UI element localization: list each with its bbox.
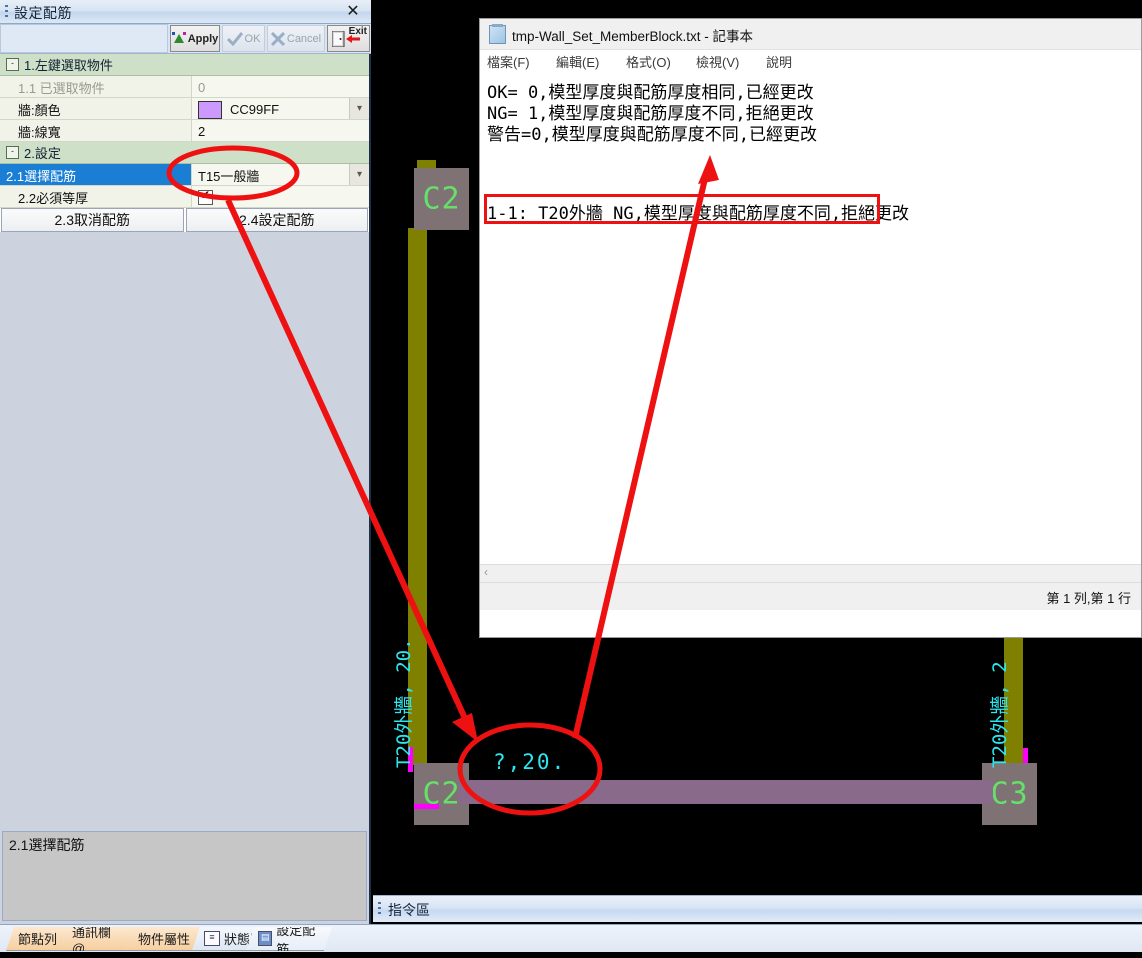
ok-label: OK xyxy=(244,32,261,45)
color-swatch xyxy=(198,100,222,119)
property-name: 牆:線寬 xyxy=(0,120,192,141)
dock-titlebar[interactable]: 設定配筋 ✕ xyxy=(0,0,371,24)
menu-item-format[interactable]: 格式(O) xyxy=(626,52,671,71)
menu-item-edit[interactable]: 編輯(E) xyxy=(556,52,599,71)
property-row-equal-thickness[interactable]: 2.2必須等厚 xyxy=(0,186,369,208)
grid-icon: ▤ xyxy=(258,931,272,946)
dimension-text-right: T20外牆, 2 xyxy=(989,661,1011,768)
column-label: C2 xyxy=(422,181,461,217)
tab-label: 物件屬性 xyxy=(138,932,191,947)
drag-grip-icon[interactable] xyxy=(378,902,381,916)
check-icon xyxy=(226,31,243,46)
apply-icon xyxy=(171,31,186,43)
property-row-wall-linewidth[interactable]: 牆:線寬 2 xyxy=(0,120,369,142)
wall-marker-horizontal-left xyxy=(414,804,439,809)
dock-action-buttons: 2.3取消配筋 2.4設定配筋 xyxy=(0,208,369,232)
chevron-down-icon[interactable]: ▾ xyxy=(349,164,369,185)
checkbox-checked-icon[interactable] xyxy=(198,188,213,205)
property-group-1[interactable]: - 1.左鍵選取物件 xyxy=(0,54,369,76)
collapse-icon[interactable]: - xyxy=(6,58,19,71)
rebar-value-label: T15一般牆 xyxy=(198,169,260,184)
property-value-rebar[interactable]: T15一般牆 ▾ xyxy=(192,164,369,185)
exit-label: Exit xyxy=(348,26,367,37)
command-bar[interactable]: 指令區 xyxy=(373,895,1142,922)
apply-label: Apply xyxy=(187,32,219,45)
command-bar-label: 指令區 xyxy=(388,902,430,918)
scroll-left-icon[interactable]: ‹ xyxy=(484,565,488,579)
color-hex-label: CC99FF xyxy=(230,102,280,117)
list-icon: ≡ xyxy=(204,931,220,946)
cross-icon xyxy=(270,31,285,46)
tab-label: 通訊欄@ xyxy=(72,924,112,956)
tab-node-list[interactable]: 節點列 xyxy=(6,927,68,951)
property-row-select-rebar[interactable]: 2.1選擇配筋 T15一般牆 ▾ xyxy=(0,164,369,186)
dock-toolbar: Apply OK Cancel Exit xyxy=(0,24,371,54)
property-value: 0 xyxy=(192,76,369,97)
column-label: C3 xyxy=(990,776,1029,812)
collapse-icon[interactable]: - xyxy=(6,146,19,159)
property-name: 1.1 已選取物件 xyxy=(0,76,192,97)
notepad-menubar[interactable]: 檔案(F) 編輯(E) 格式(O) 檢視(V) 說明 xyxy=(480,50,1141,72)
cancel-label: Cancel xyxy=(286,32,322,45)
tab-object-properties[interactable]: 物件屬性 xyxy=(126,927,200,951)
property-row-wall-color[interactable]: 牆:顏色 CC99FF ▾ xyxy=(0,98,369,120)
chevron-down-icon[interactable]: ▾ xyxy=(349,98,369,119)
ok-button[interactable]: OK xyxy=(222,25,265,52)
annotation-highlight-box xyxy=(484,194,880,224)
cancel-rebar-button[interactable]: 2.3取消配筋 xyxy=(1,208,184,232)
settings-dock-panel: 設定配筋 ✕ Apply OK Cancel Exit - 1.左鍵選取物件 1… xyxy=(0,0,371,924)
notepad-title: tmp-Wall_Set_MemberBlock.txt - 記事本 xyxy=(512,29,754,44)
text-line: 警告=0,模型厚度與配筋厚度不同,已經更改 xyxy=(487,125,817,145)
description-box: 2.1選擇配筋 xyxy=(2,831,367,921)
cursor-position-label: 第 1 列,第 1 行 xyxy=(1046,591,1131,606)
notepad-statusbar: 第 1 列,第 1 行 xyxy=(480,582,1141,610)
dimension-text-circled: ?,20. xyxy=(493,750,567,774)
property-row-selected-objects[interactable]: 1.1 已選取物件 0 xyxy=(0,76,369,98)
property-name: 2.2必須等厚 xyxy=(0,186,192,207)
close-icon[interactable]: ✕ xyxy=(343,2,363,22)
group-label: 1.左鍵選取物件 xyxy=(24,58,113,73)
bottom-tabbar: 節點列 通訊欄@ 物件屬性 ≡ 狀態區 ▤ 設定配筋 xyxy=(0,924,1142,952)
group-label: 2.設定 xyxy=(24,146,61,161)
property-value-checkbox[interactable] xyxy=(192,186,369,207)
apply-button[interactable]: Apply xyxy=(170,25,220,52)
property-value-color[interactable]: CC99FF ▾ xyxy=(192,98,369,119)
wall-segment-horizontal xyxy=(458,780,993,804)
tab-message-panel[interactable]: 通訊欄@ xyxy=(60,927,134,951)
tab-label: 節點列 xyxy=(18,932,58,947)
property-name: 牆:顏色 xyxy=(0,98,192,119)
menu-item-file[interactable]: 檔案(F) xyxy=(487,52,530,71)
menu-item-view[interactable]: 檢視(V) xyxy=(696,52,739,71)
property-name-selected: 2.1選擇配筋 xyxy=(0,164,192,185)
horizontal-scrollbar[interactable]: ‹ xyxy=(480,564,1141,582)
notepad-icon xyxy=(489,24,506,44)
cancel-button[interactable]: Cancel xyxy=(267,25,325,52)
menu-item-help[interactable]: 說明 xyxy=(766,52,792,71)
dimension-text-left: T20外牆, 20. xyxy=(393,638,415,768)
property-grid: - 1.左鍵選取物件 1.1 已選取物件 0 牆:顏色 CC99FF ▾ 牆:線… xyxy=(0,54,369,232)
tab-rebar-settings[interactable]: ▤ 設定配筋 xyxy=(246,927,332,951)
exit-button[interactable]: Exit xyxy=(327,25,370,52)
property-group-2[interactable]: - 2.設定 xyxy=(0,142,369,164)
property-value: 2 xyxy=(192,120,369,141)
toolbar-empty-area xyxy=(0,24,168,53)
drag-grip-icon[interactable] xyxy=(5,5,8,19)
notepad-window[interactable]: tmp-Wall_Set_MemberBlock.txt - 記事本 檔案(F)… xyxy=(479,18,1142,638)
notepad-titlebar[interactable]: tmp-Wall_Set_MemberBlock.txt - 記事本 xyxy=(480,19,1141,50)
dock-title-label: 設定配筋 xyxy=(14,5,72,21)
column-c2-top: C2 xyxy=(414,168,469,230)
notepad-text-area[interactable]: OK= 0,模型厚度與配筋厚度相同,已經更改 NG= 1,模型厚度與配筋厚度不同… xyxy=(480,72,1141,610)
set-rebar-button[interactable]: 2.4設定配筋 xyxy=(185,208,368,232)
